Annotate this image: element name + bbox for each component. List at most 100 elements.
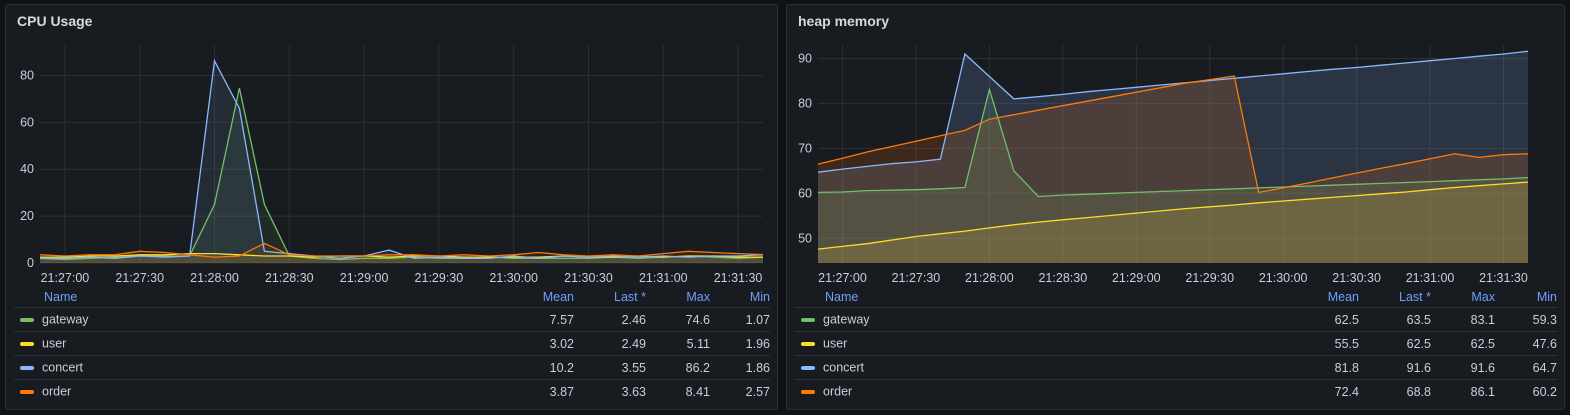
series-color-swatch — [20, 317, 34, 322]
series-line-gateway[interactable] — [39, 87, 764, 261]
legend-max: 5.11 — [646, 331, 710, 356]
x-tick-label: 21:30:30 — [1332, 271, 1381, 285]
series-line-concert[interactable] — [40, 58, 764, 259]
x-tick-label: 21:27:00 — [818, 271, 867, 285]
x-tick-label: 21:31:00 — [1406, 271, 1455, 285]
legend-max: 83.1 — [1431, 307, 1495, 332]
legend-header-last[interactable]: Last * — [1359, 287, 1431, 308]
legend-last: 63.5 — [1359, 307, 1431, 332]
y-tick-label: 0 — [27, 256, 34, 270]
legend-row-concert[interactable]: concert 10.2 3.55 86.2 1.86 — [14, 355, 770, 380]
legend-last: 3.55 — [574, 355, 646, 380]
y-tick-label: 20 — [20, 209, 34, 223]
x-tick-label: 21:31:00 — [639, 271, 688, 285]
legend-series-name[interactable]: concert — [42, 361, 83, 375]
series-area-gateway — [40, 88, 763, 263]
legend-max: 62.5 — [1431, 331, 1495, 356]
x-tick-label: 21:30:30 — [564, 271, 613, 285]
y-tick-label: 60 — [798, 186, 812, 200]
heap-memory-chart[interactable]: 50 60 70 80 90 21:27:00 21:27:30 21:28:00 21:28:… — [787, 5, 1566, 290]
legend-header-mean[interactable]: Mean — [1195, 287, 1359, 308]
y-tick-label: 40 — [20, 162, 34, 176]
x-tick-label: 21:28:30 — [265, 271, 314, 285]
legend-max: 86.1 — [1431, 379, 1495, 403]
legend-mean: 10.2 — [414, 355, 574, 380]
legend-series-name[interactable]: gateway — [42, 313, 89, 327]
legend-header-min[interactable]: Min — [710, 287, 770, 308]
legend-max: 91.6 — [1431, 355, 1495, 380]
x-tick-label: 21:27:00 — [41, 271, 90, 285]
legend-series-name[interactable]: gateway — [823, 313, 870, 327]
cpu-usage-chart[interactable]: 0 20 40 60 80 21:27:00 21:27:30 21:28:00 21:28:3… — [6, 5, 779, 290]
legend-last: 2.46 — [574, 307, 646, 332]
legend-header-last[interactable]: Last * — [574, 287, 646, 308]
legend-header-max[interactable]: Max — [1431, 287, 1495, 308]
legend-mean: 3.87 — [414, 379, 574, 403]
legend-series-name[interactable]: user — [42, 337, 66, 351]
legend-header-name[interactable]: Name — [14, 287, 414, 308]
legend-last: 62.5 — [1359, 331, 1431, 356]
legend-row-user[interactable]: user 3.02 2.49 5.11 1.96 — [14, 331, 770, 356]
legend-series-name[interactable]: order — [42, 385, 71, 399]
legend-min: 59.3 — [1495, 307, 1557, 332]
series-color-swatch — [801, 365, 815, 370]
legend-mean: 62.5 — [1195, 307, 1359, 332]
legend-last: 91.6 — [1359, 355, 1431, 380]
series-color-swatch — [801, 341, 815, 346]
cpu-usage-panel: CPU Usage 0 20 40 60 80 21:27:00 21:27:30 21:28… — [5, 4, 778, 410]
series-color-swatch — [20, 341, 34, 346]
legend-last: 2.49 — [574, 331, 646, 356]
legend-mean: 81.8 — [1195, 355, 1359, 380]
legend-min: 1.86 — [710, 355, 770, 380]
heap-memory-panel: heap memory 50 60 70 80 90 21:27:00 21:27:30 21… — [786, 4, 1565, 410]
x-tick-label: 21:28:30 — [1038, 271, 1087, 285]
series-area-concert — [40, 60, 763, 264]
y-tick-label: 80 — [798, 96, 812, 110]
legend-mean: 3.02 — [414, 331, 574, 356]
legend-min: 47.6 — [1495, 331, 1557, 356]
legend-series-name[interactable]: user — [823, 337, 847, 351]
legend-table: Name Mean Last * Max Min gateway 7.57 2.… — [14, 287, 770, 403]
legend-mean: 72.4 — [1195, 379, 1359, 403]
legend-max: 74.6 — [646, 307, 710, 332]
legend-mean: 55.5 — [1195, 331, 1359, 356]
legend-header-max[interactable]: Max — [646, 287, 710, 308]
y-tick-label: 80 — [20, 68, 34, 82]
legend-last: 3.63 — [574, 379, 646, 403]
series-color-swatch — [801, 389, 815, 394]
legend-last: 68.8 — [1359, 379, 1431, 403]
legend-header-min[interactable]: Min — [1495, 287, 1557, 308]
series-color-swatch — [801, 317, 815, 322]
y-tick-label: 60 — [20, 115, 34, 129]
x-tick-label: 21:29:30 — [1185, 271, 1234, 285]
legend-row-order[interactable]: order 72.4 68.8 86.1 60.2 — [795, 379, 1557, 403]
x-tick-label: 21:31:30 — [1479, 271, 1528, 285]
x-tick-label: 21:28:00 — [190, 271, 239, 285]
legend-row-order[interactable]: order 3.87 3.63 8.41 2.57 — [14, 379, 770, 403]
x-tick-label: 21:29:00 — [1112, 271, 1161, 285]
legend-row-concert[interactable]: concert 81.8 91.6 91.6 64.7 — [795, 355, 1557, 380]
legend-series-name[interactable]: concert — [823, 361, 864, 375]
grid — [40, 45, 763, 264]
x-tick-label: 21:28:00 — [965, 271, 1014, 285]
legend-table: Name Mean Last * Max Min gateway 62.5 63… — [795, 287, 1557, 403]
x-tick-label: 21:30:00 — [489, 271, 538, 285]
x-tick-label: 21:27:30 — [892, 271, 941, 285]
legend-min: 2.57 — [710, 379, 770, 403]
series-area-order — [40, 243, 763, 263]
x-tick-label: 21:29:00 — [340, 271, 389, 285]
legend-row-user[interactable]: user 55.5 62.5 62.5 47.6 — [795, 331, 1557, 356]
legend-series-name[interactable]: order — [823, 385, 852, 399]
y-tick-label: 90 — [798, 51, 812, 65]
x-tick-label: 21:29:30 — [415, 271, 464, 285]
legend-header-mean[interactable]: Mean — [414, 287, 574, 308]
y-tick-label: 70 — [798, 141, 812, 155]
x-tick-label: 21:31:30 — [714, 271, 763, 285]
legend-min: 60.2 — [1495, 379, 1557, 403]
series-color-swatch — [20, 365, 34, 370]
legend-header-name[interactable]: Name — [795, 287, 1195, 308]
legend-max: 86.2 — [646, 355, 710, 380]
legend-row-gateway[interactable]: gateway 7.57 2.46 74.6 1.07 — [14, 307, 770, 332]
legend-row-gateway[interactable]: gateway 62.5 63.5 83.1 59.3 — [795, 307, 1557, 332]
legend-max: 8.41 — [646, 379, 710, 403]
